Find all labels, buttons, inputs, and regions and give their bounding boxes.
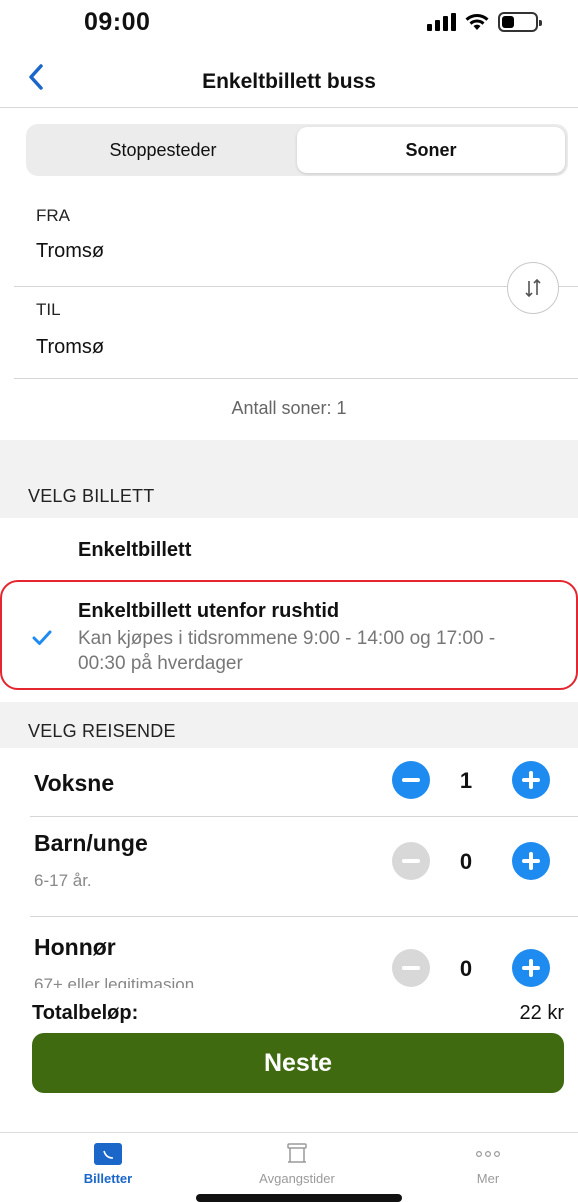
swap-direction-button[interactable] bbox=[507, 262, 559, 314]
mode-segmented-control: Stoppesteder Soner bbox=[26, 124, 568, 176]
tab-billetter[interactable]: Billetter bbox=[48, 1143, 168, 1186]
to-field[interactable]: Tromsø bbox=[36, 336, 104, 359]
ticket-option-title: Enkeltbillett utenfor rushtid bbox=[78, 600, 340, 622]
ticket-option-utenfor-rushtid[interactable]: Enkeltbillett utenfor rushtid Kan kjøpes… bbox=[0, 580, 578, 690]
tab-label-mer: Mer bbox=[476, 1171, 500, 1186]
checkmark-icon bbox=[32, 630, 52, 645]
tab-avgangstider[interactable]: Avgangstider bbox=[237, 1143, 357, 1186]
decrement-voksne-button[interactable] bbox=[392, 761, 430, 799]
ticket-option-enkeltbillett[interactable]: Enkeltbillett bbox=[78, 539, 191, 562]
increment-barn-unge-button[interactable] bbox=[512, 842, 550, 880]
section-header-travellers: VELG REISENDE bbox=[0, 702, 578, 748]
divider bbox=[30, 916, 578, 917]
page-title: Enkeltbillett buss bbox=[202, 70, 376, 93]
count-honnor: 0 bbox=[459, 956, 473, 981]
tab-label-avgangstider: Avgangstider bbox=[259, 1171, 335, 1186]
swap-arrows-icon bbox=[525, 278, 541, 298]
status-time: 09:00 bbox=[84, 8, 151, 36]
cellular-signal-icon bbox=[427, 13, 456, 31]
segment-stoppesteder[interactable]: Stoppesteder bbox=[29, 127, 297, 173]
from-field[interactable]: Tromsø bbox=[36, 240, 104, 263]
traveller-label-barn-unge: Barn/unge bbox=[34, 830, 148, 856]
increment-honnor-button[interactable] bbox=[512, 949, 550, 987]
from-label: FRA bbox=[36, 206, 70, 225]
tab-label-billetter: Billetter bbox=[83, 1171, 133, 1186]
traveller-label-honnor: Honnør bbox=[34, 934, 116, 960]
status-bar: 09:00 bbox=[0, 0, 578, 50]
count-barn-unge: 0 bbox=[459, 849, 473, 874]
battery-icon bbox=[498, 12, 542, 32]
increment-voksne-button[interactable] bbox=[512, 761, 550, 799]
tab-bar: Billetter Avgangstider Mer bbox=[0, 1132, 578, 1202]
section-title-ticket: VELG BILLETT bbox=[28, 486, 155, 506]
traveller-label-voksne: Voksne bbox=[34, 770, 115, 796]
ticket-icon bbox=[94, 1143, 122, 1165]
count-voksne: 1 bbox=[459, 768, 473, 793]
more-dots-icon bbox=[474, 1143, 502, 1165]
ticket-option-description: Kan kjøpes i tidsrommene 9:00 - 14:00 og… bbox=[78, 628, 496, 674]
section-title-travellers: VELG REISENDE bbox=[28, 721, 176, 741]
divider bbox=[14, 286, 578, 287]
segment-soner[interactable]: Soner bbox=[297, 127, 565, 173]
traveller-sub-barn-unge: 6-17 år. bbox=[34, 871, 92, 890]
navigation-bar: Enkeltbillett buss bbox=[0, 52, 578, 108]
total-label: Totalbeløp: bbox=[32, 1002, 139, 1024]
to-label: TIL bbox=[36, 300, 61, 319]
decrement-barn-unge-button[interactable] bbox=[392, 842, 430, 880]
total-amount: 22 kr bbox=[519, 1002, 564, 1024]
next-button[interactable]: Neste bbox=[32, 1033, 564, 1093]
status-icons bbox=[427, 12, 542, 32]
bus-stop-icon bbox=[283, 1143, 311, 1165]
section-header-ticket: VELG BILLETT bbox=[0, 440, 578, 518]
home-indicator bbox=[196, 1194, 402, 1202]
zone-count: Antall soner: 1 bbox=[231, 398, 347, 418]
wifi-icon bbox=[465, 14, 489, 30]
divider bbox=[30, 816, 578, 817]
tab-mer[interactable]: Mer bbox=[428, 1143, 548, 1186]
decrement-honnor-button[interactable] bbox=[392, 949, 430, 987]
